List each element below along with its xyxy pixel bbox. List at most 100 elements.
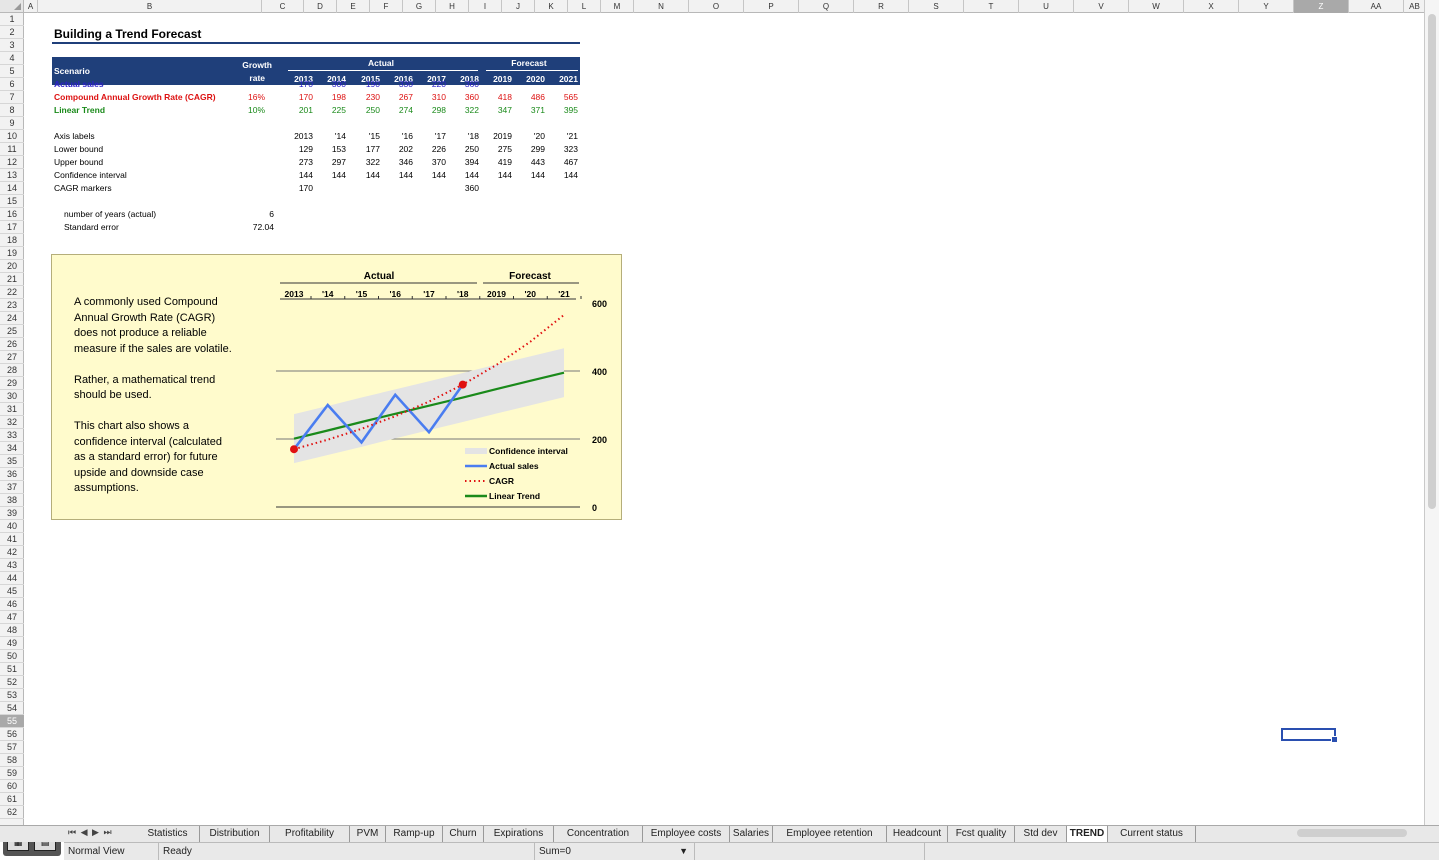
column-header-A[interactable]: A (24, 0, 38, 13)
row-header[interactable]: 49 (0, 637, 24, 650)
column-header-U[interactable]: U (1019, 0, 1074, 13)
horizontal-scroll-thumb[interactable] (1297, 829, 1407, 837)
row-header[interactable]: 45 (0, 585, 24, 598)
row-header[interactable]: 39 (0, 507, 24, 520)
row-header[interactable]: 26 (0, 338, 24, 351)
sheet-tab[interactable]: Churn (443, 826, 484, 842)
sheet-tab[interactable]: PVM (350, 826, 386, 842)
row-header[interactable]: 4 (0, 52, 24, 65)
column-header-V[interactable]: V (1074, 0, 1129, 13)
row-header[interactable]: 7 (0, 91, 24, 104)
sheet-tab[interactable]: Headcount (887, 826, 948, 842)
vertical-scroll-thumb[interactable] (1428, 14, 1436, 509)
row-header[interactable]: 17 (0, 221, 24, 234)
row-header[interactable]: 30 (0, 390, 24, 403)
row-header[interactable]: 6 (0, 78, 24, 91)
column-header-R[interactable]: R (854, 0, 909, 13)
row-header[interactable]: 43 (0, 559, 24, 572)
row-header[interactable]: 11 (0, 143, 24, 156)
row-header[interactable]: 52 (0, 676, 24, 689)
row-header[interactable]: 3 (0, 39, 24, 52)
sheet-tab[interactable]: Salaries (730, 826, 773, 842)
row-header[interactable]: 38 (0, 494, 24, 507)
row-header[interactable]: 25 (0, 325, 24, 338)
column-header-T[interactable]: T (964, 0, 1019, 13)
row-header[interactable]: 2 (0, 26, 24, 39)
row-header[interactable]: 9 (0, 117, 24, 130)
row-header[interactable]: 58 (0, 754, 24, 767)
row-header[interactable]: 60 (0, 780, 24, 793)
row-header[interactable]: 8 (0, 104, 24, 117)
row-header[interactable]: 36 (0, 468, 24, 481)
row-header[interactable]: 56 (0, 728, 24, 741)
column-header-F[interactable]: F (370, 0, 403, 13)
sheet-tab[interactable]: Concentration (554, 826, 643, 842)
chart-area[interactable]: A commonly used Compound Annual Growth Ra… (51, 254, 622, 520)
row-header[interactable]: 57 (0, 741, 24, 754)
row-header[interactable]: 54 (0, 702, 24, 715)
row-header[interactable]: 28 (0, 364, 24, 377)
row-header[interactable]: 13 (0, 169, 24, 182)
sheet-tab[interactable]: TREND (1067, 826, 1108, 842)
sheet-tab[interactable]: Distribution (200, 826, 270, 842)
active-cell-cursor[interactable] (1281, 728, 1338, 743)
row-header[interactable]: 15 (0, 195, 24, 208)
row-header[interactable]: 35 (0, 455, 24, 468)
sheet-tab[interactable]: Statistics (136, 826, 200, 842)
row-header[interactable]: 44 (0, 572, 24, 585)
sheet-tab[interactable]: Employee costs (643, 826, 730, 842)
vertical-scrollbar[interactable] (1424, 0, 1439, 825)
row-header[interactable]: 27 (0, 351, 24, 364)
column-header-H[interactable]: H (436, 0, 469, 13)
sheet-tab[interactable]: Profitability (270, 826, 350, 842)
row-header[interactable]: 29 (0, 377, 24, 390)
column-header-X[interactable]: X (1184, 0, 1239, 13)
column-header-AA[interactable]: AA (1349, 0, 1404, 13)
row-header[interactable]: 53 (0, 689, 24, 702)
row-header[interactable]: 47 (0, 611, 24, 624)
sheet-tab[interactable]: Fcst quality (948, 826, 1015, 842)
row-header[interactable]: 46 (0, 598, 24, 611)
sheet-tab[interactable]: Std dev (1015, 826, 1067, 842)
row-header[interactable]: 12 (0, 156, 24, 169)
sheet-tab[interactable]: Expirations (484, 826, 554, 842)
row-header[interactable]: 59 (0, 767, 24, 780)
row-header[interactable]: 55 (0, 715, 24, 728)
column-header-O[interactable]: O (689, 0, 744, 13)
select-all-corner[interactable] (0, 0, 24, 13)
row-header[interactable]: 31 (0, 403, 24, 416)
tab-navigation-arrows[interactable]: ⏮ ◀ ▶ ⏭ (68, 827, 113, 838)
column-header-I[interactable]: I (469, 0, 502, 13)
row-header[interactable]: 40 (0, 520, 24, 533)
row-header[interactable]: 61 (0, 793, 24, 806)
column-header-M[interactable]: M (601, 0, 634, 13)
sheet-tab[interactable]: Ramp-up (386, 826, 443, 842)
column-header-B[interactable]: B (38, 0, 262, 13)
row-header[interactable]: 5 (0, 65, 24, 78)
sheet-tab[interactable]: Current status (1108, 826, 1196, 842)
column-header-E[interactable]: E (337, 0, 370, 13)
sheet-tab[interactable]: Employee retention (773, 826, 887, 842)
row-header[interactable]: 33 (0, 429, 24, 442)
row-header[interactable]: 48 (0, 624, 24, 637)
row-header[interactable]: 20 (0, 260, 24, 273)
column-header-W[interactable]: W (1129, 0, 1184, 13)
column-header-N[interactable]: N (634, 0, 689, 13)
row-header[interactable]: 19 (0, 247, 24, 260)
row-header[interactable]: 10 (0, 130, 24, 143)
row-header[interactable]: 16 (0, 208, 24, 221)
column-header-P[interactable]: P (744, 0, 799, 13)
row-header[interactable]: 37 (0, 481, 24, 494)
column-header-Z[interactable]: Z (1294, 0, 1349, 13)
row-header[interactable]: 34 (0, 442, 24, 455)
row-header[interactable]: 41 (0, 533, 24, 546)
row-header[interactable]: 62 (0, 806, 24, 819)
row-header[interactable]: 1 (0, 13, 24, 26)
row-header[interactable]: 42 (0, 546, 24, 559)
row-header[interactable]: 18 (0, 234, 24, 247)
column-header-S[interactable]: S (909, 0, 964, 13)
status-sum[interactable]: Sum=0 ▼ (535, 843, 695, 860)
row-header[interactable]: 14 (0, 182, 24, 195)
column-header-C[interactable]: C (262, 0, 304, 13)
column-header-Q[interactable]: Q (799, 0, 854, 13)
